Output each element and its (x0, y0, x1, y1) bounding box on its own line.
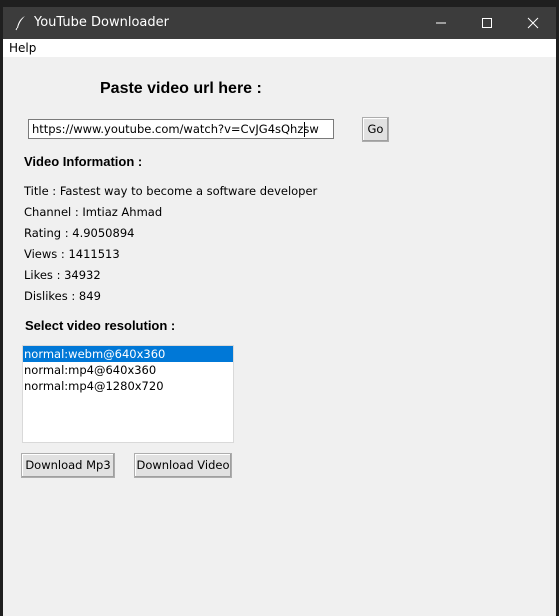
close-icon (527, 17, 539, 29)
video-dislikes-text: Dislikes : 849 (24, 289, 101, 303)
menu-bar: Help (3, 39, 556, 57)
resolution-listbox[interactable]: normal:webm@640x360 normal:mp4@640x360 n… (22, 345, 234, 443)
video-views-text: Views : 1411513 (24, 247, 120, 261)
minimize-icon (436, 22, 446, 24)
download-video-button[interactable]: Download Video (134, 453, 232, 478)
app-window: YouTube Downloader Help Paste video url … (3, 7, 556, 616)
menu-item-help[interactable]: Help (9, 41, 36, 55)
video-info-heading: Video Information : (24, 154, 143, 169)
resolution-option[interactable]: normal:mp4@640x360 (23, 362, 233, 378)
resolution-option[interactable]: normal:mp4@1280x720 (23, 378, 233, 394)
close-button[interactable] (510, 7, 556, 39)
resolution-option[interactable]: normal:webm@640x360 (23, 346, 233, 362)
url-heading: Paste video url here : (100, 80, 262, 97)
main-content: Paste video url here : Go Video Informat… (3, 57, 556, 616)
title-bar[interactable]: YouTube Downloader (3, 7, 556, 39)
minimize-button[interactable] (418, 7, 464, 39)
download-mp3-button[interactable]: Download Mp3 (21, 453, 115, 478)
maximize-icon (482, 18, 492, 28)
resolution-heading: Select video resolution : (25, 318, 176, 333)
video-rating-text: Rating : 4.9050894 (24, 226, 135, 240)
window-title: YouTube Downloader (34, 15, 169, 30)
go-button[interactable]: Go (362, 117, 389, 142)
video-likes-text: Likes : 34932 (24, 268, 101, 282)
text-caret (304, 122, 305, 137)
url-input[interactable] (28, 119, 334, 139)
video-channel-text: Channel : Imtiaz Ahmad (24, 205, 163, 219)
feather-icon (13, 15, 29, 31)
maximize-button[interactable] (464, 7, 510, 39)
video-title-text: Title : Fastest way to become a software… (24, 184, 318, 198)
